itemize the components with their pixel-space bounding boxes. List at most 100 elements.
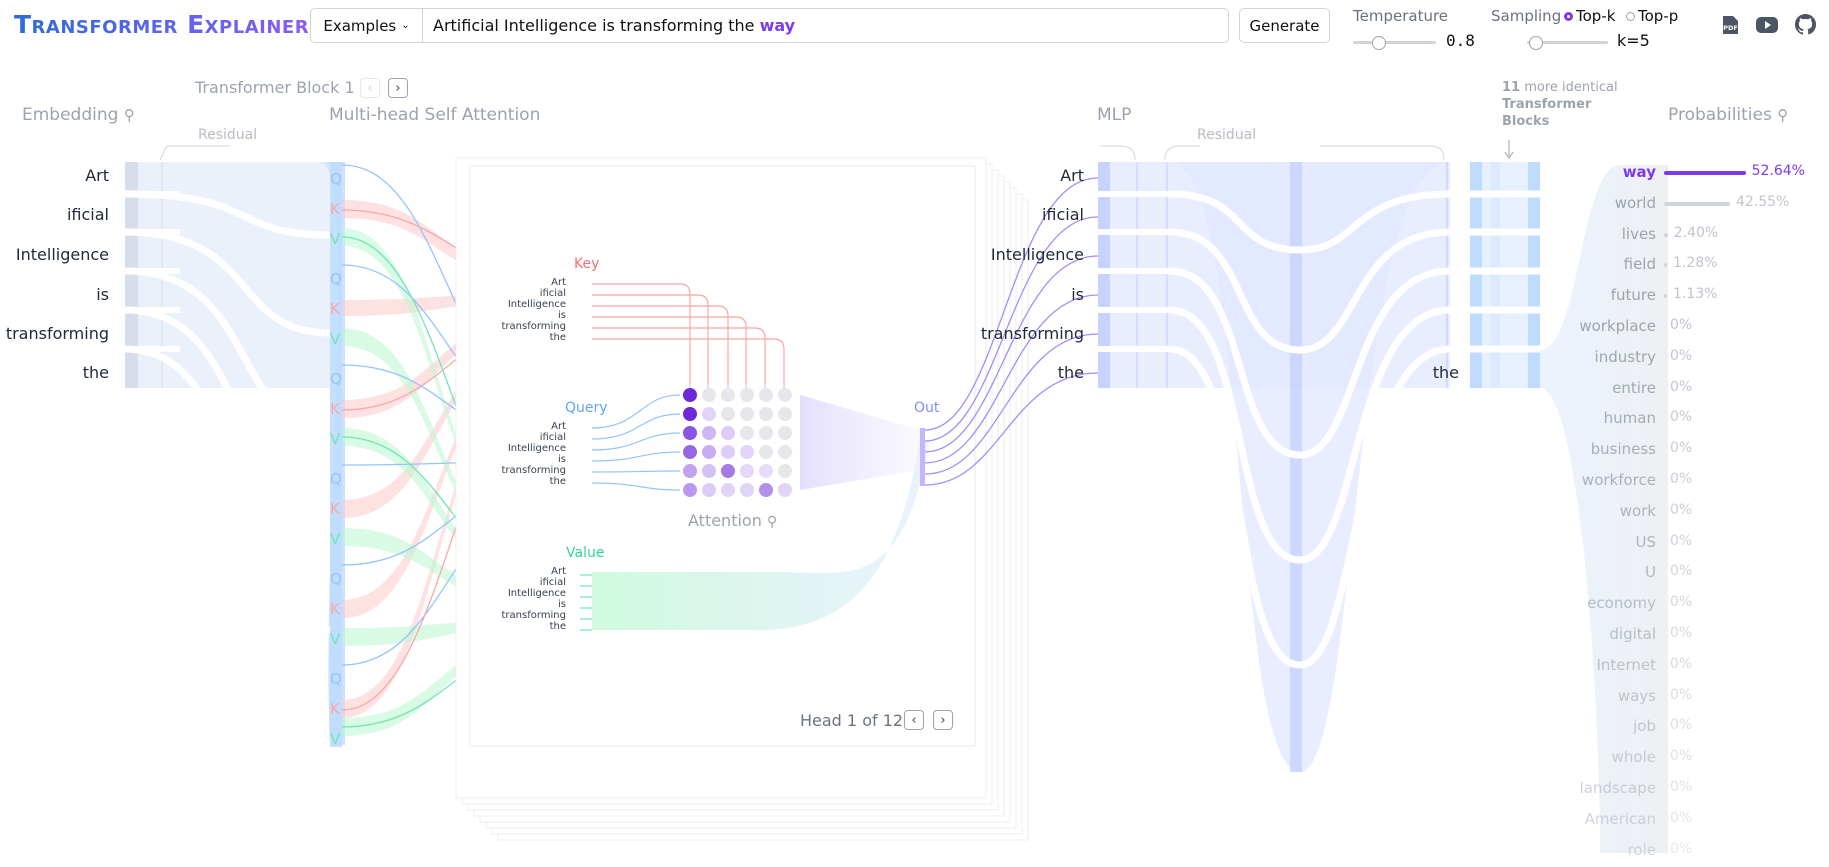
attention-cell[interactable] xyxy=(759,426,773,440)
probability-value: 0% xyxy=(1670,501,1693,518)
qkv-letter: V xyxy=(330,230,341,248)
attention-cell[interactable] xyxy=(683,388,697,402)
attention-cell[interactable] xyxy=(778,445,792,459)
key-token-label: Intelligence xyxy=(507,299,566,310)
probability-row[interactable]: future 1.13% xyxy=(1560,286,1820,312)
attention-cell[interactable] xyxy=(683,445,697,459)
probability-row[interactable]: landscape 0% xyxy=(1560,779,1820,805)
probability-word: lives xyxy=(1621,224,1656,243)
query-token-label: transforming xyxy=(501,465,567,476)
attention-cell[interactable] xyxy=(721,407,735,421)
attention-cell[interactable] xyxy=(759,388,773,402)
attention-cell[interactable] xyxy=(740,388,754,402)
key-token-label: is xyxy=(558,310,566,321)
attention-cell[interactable] xyxy=(778,407,792,421)
residual-label-right: Residual xyxy=(1197,127,1257,143)
attention-cell[interactable] xyxy=(683,483,697,497)
key-token-label: Art xyxy=(551,277,566,288)
attention-cell[interactable] xyxy=(778,388,792,402)
attention-cell[interactable] xyxy=(740,407,754,421)
probability-row[interactable]: business 0% xyxy=(1560,440,1820,466)
attention-cell[interactable] xyxy=(759,445,773,459)
attention-cell[interactable] xyxy=(778,464,792,478)
attention-cell[interactable] xyxy=(702,464,716,478)
probability-row[interactable]: US 0% xyxy=(1560,533,1820,559)
attention-map-title[interactable]: Attention ⚲ xyxy=(688,511,777,530)
probability-row[interactable]: role 0% xyxy=(1560,841,1820,867)
probability-row[interactable]: Internet 0% xyxy=(1560,656,1820,682)
attention-cell[interactable] xyxy=(721,445,735,459)
probability-word: whole xyxy=(1611,748,1656,767)
probability-row[interactable]: work 0% xyxy=(1560,502,1820,528)
value-token-label: is xyxy=(558,599,566,610)
attention-cell[interactable] xyxy=(740,426,754,440)
attention-cell[interactable] xyxy=(740,483,754,497)
probability-row[interactable]: ways 0% xyxy=(1560,687,1820,713)
probability-row[interactable]: entire 0% xyxy=(1560,379,1820,405)
attention-cell[interactable] xyxy=(683,407,697,421)
head-next-button[interactable]: › xyxy=(933,710,953,730)
attention-cell[interactable] xyxy=(683,426,697,440)
attention-cell[interactable] xyxy=(740,445,754,459)
attention-cell[interactable] xyxy=(778,483,792,497)
mlp-token: Art xyxy=(1060,166,1084,185)
qkv-letter: Q xyxy=(330,370,342,388)
attention-cell[interactable] xyxy=(702,388,716,402)
attention-cell[interactable] xyxy=(759,464,773,478)
attention-cell[interactable] xyxy=(740,464,754,478)
attention-cell[interactable] xyxy=(721,464,735,478)
probability-row[interactable]: field 1.28% xyxy=(1560,255,1820,281)
probability-word: business xyxy=(1590,440,1656,459)
probability-word: workplace xyxy=(1579,317,1656,335)
attention-cell[interactable] xyxy=(702,445,716,459)
probability-row[interactable]: lives 2.40% xyxy=(1560,225,1820,251)
attention-cell[interactable] xyxy=(702,426,716,440)
qkv-letter: V xyxy=(330,730,341,748)
attention-cell[interactable] xyxy=(721,388,735,402)
qkv-letter: V xyxy=(330,330,341,348)
query-token-label: Art xyxy=(551,421,566,432)
residual-label-left: Residual xyxy=(198,127,258,143)
attention-cell[interactable] xyxy=(759,483,773,497)
attention-cell[interactable] xyxy=(702,407,716,421)
mlp-token: is xyxy=(1071,285,1084,304)
probability-row[interactable]: job 0% xyxy=(1560,717,1820,743)
attention-cell[interactable] xyxy=(721,426,735,440)
embedding-token: the xyxy=(82,363,109,382)
query-token-label: ificial xyxy=(539,432,566,443)
attention-map-label: Attention xyxy=(688,511,762,530)
probability-row[interactable]: workplace 0% xyxy=(1560,317,1820,343)
final-token: the xyxy=(1432,363,1459,382)
probability-word: world xyxy=(1614,193,1656,212)
attention-cell[interactable] xyxy=(702,483,716,497)
probability-row[interactable]: human 0% xyxy=(1560,409,1820,435)
embedding-token: Art xyxy=(85,166,109,185)
zoom-in-icon[interactable]: ⚲ xyxy=(767,514,777,530)
probability-row[interactable]: world 42.55% xyxy=(1560,194,1820,220)
head-counter: Head 1 of 12 xyxy=(800,711,904,730)
probability-word: digital xyxy=(1609,625,1656,643)
probability-row[interactable]: American 0% xyxy=(1560,810,1820,836)
probability-value: 0% xyxy=(1670,840,1693,857)
probability-row[interactable]: digital 0% xyxy=(1560,625,1820,651)
attention-cell[interactable] xyxy=(759,407,773,421)
attention-cell[interactable] xyxy=(778,426,792,440)
probability-value: 0% xyxy=(1670,594,1693,611)
probability-value: 42.55% xyxy=(1735,193,1790,210)
key-token-label: the xyxy=(549,332,566,343)
probability-row[interactable]: workforce 0% xyxy=(1560,471,1820,497)
attention-cell[interactable] xyxy=(683,464,697,478)
probability-row[interactable]: whole 0% xyxy=(1560,748,1820,774)
qkv-letter: V xyxy=(330,430,341,448)
qkv-letter: Q xyxy=(330,470,342,488)
probability-row[interactable]: way 52.64% xyxy=(1560,163,1820,189)
probability-row[interactable]: industry 0% xyxy=(1560,348,1820,374)
head-prev-button[interactable]: ‹ xyxy=(904,710,924,730)
probability-word: ways xyxy=(1617,686,1656,705)
probability-bar xyxy=(1664,263,1667,268)
probability-row[interactable]: U 0% xyxy=(1560,563,1820,589)
attention-cell[interactable] xyxy=(721,483,735,497)
key-label: Key xyxy=(574,256,600,272)
probability-row[interactable]: economy 0% xyxy=(1560,594,1820,620)
embedding-token: is xyxy=(96,285,109,304)
